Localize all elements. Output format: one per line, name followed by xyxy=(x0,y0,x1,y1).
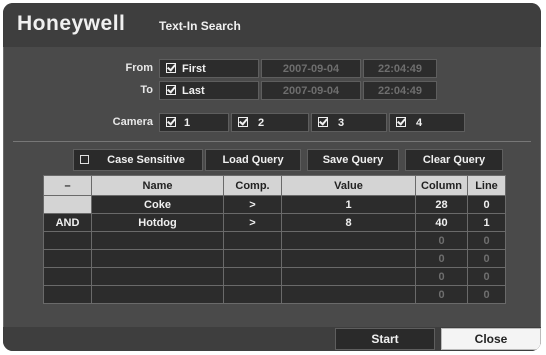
divider xyxy=(13,141,531,142)
cell-column[interactable]: 0 xyxy=(415,249,468,268)
cell-name[interactable] xyxy=(91,249,224,268)
load-query-button[interactable]: Load Query xyxy=(205,149,301,171)
cell-name[interactable] xyxy=(91,285,224,304)
table-row[interactable]: 0 0 xyxy=(43,285,506,304)
cell-line[interactable]: 1 xyxy=(467,213,506,232)
start-button[interactable]: Start xyxy=(335,328,435,350)
checkbox-icon xyxy=(318,117,328,127)
cell-comp[interactable]: > xyxy=(223,213,282,232)
cell-value[interactable] xyxy=(281,285,416,304)
camera-2-checkbox[interactable]: 2 xyxy=(231,113,309,132)
cell-line[interactable]: 0 xyxy=(467,195,506,214)
to-date-field[interactable]: 2007-09-04 xyxy=(261,81,361,100)
cell-name[interactable] xyxy=(91,231,224,250)
cell-column[interactable]: 0 xyxy=(415,285,468,304)
close-button[interactable]: Close xyxy=(441,328,541,350)
cell-line[interactable]: 0 xyxy=(467,231,506,250)
to-label: To xyxy=(140,84,153,96)
header-line: Line xyxy=(467,175,506,196)
checkbox-icon xyxy=(396,117,406,127)
brand-logo: Honeywell xyxy=(17,12,126,35)
save-query-button[interactable]: Save Query xyxy=(307,149,399,171)
title-bar: Honeywell Text-In Search xyxy=(3,3,541,47)
checkbox-icon xyxy=(166,117,176,127)
cell-comp[interactable] xyxy=(223,285,282,304)
checkbox-icon xyxy=(238,117,248,127)
cell-comp[interactable] xyxy=(223,249,282,268)
cell-line[interactable]: 0 xyxy=(467,285,506,304)
cell-column[interactable]: 40 xyxy=(415,213,468,232)
cell-name[interactable] xyxy=(91,267,224,286)
clear-query-button[interactable]: Clear Query xyxy=(405,149,503,171)
cell-value[interactable] xyxy=(281,249,416,268)
cell-value[interactable] xyxy=(281,231,416,250)
cell-value[interactable]: 8 xyxy=(281,213,416,232)
header-name: Name xyxy=(91,175,224,196)
text-in-search-dialog: Honeywell Text-In Search From First 2007… xyxy=(3,3,541,351)
cell-value[interactable] xyxy=(281,267,416,286)
cell-operator[interactable]: AND xyxy=(43,213,92,232)
from-first-checkbox[interactable]: First xyxy=(159,59,259,78)
checkbox-icon xyxy=(80,155,89,164)
from-time-field[interactable]: 22:04:49 xyxy=(363,59,437,78)
cell-name[interactable]: Hotdog xyxy=(91,213,224,232)
dialog-title: Text-In Search xyxy=(159,19,241,33)
camera-3-checkbox[interactable]: 3 xyxy=(311,113,387,132)
camera-4-checkbox[interactable]: 4 xyxy=(389,113,465,132)
cell-column[interactable]: 0 xyxy=(415,267,468,286)
cell-operator[interactable] xyxy=(43,285,92,304)
cell-operator[interactable] xyxy=(43,267,92,286)
checkbox-icon xyxy=(166,85,176,95)
header-operator: – xyxy=(43,175,92,196)
cell-line[interactable]: 0 xyxy=(467,267,506,286)
checkbox-icon xyxy=(166,63,176,73)
table-row[interactable]: 0 0 xyxy=(43,267,506,286)
cell-operator[interactable] xyxy=(43,231,92,250)
case-sensitive-toggle[interactable]: Case Sensitive xyxy=(73,149,203,171)
from-label: From xyxy=(125,62,154,74)
table-header-row: – Name Comp. Value Column Line xyxy=(43,175,506,196)
camera-label: Camera xyxy=(112,116,153,128)
table-row[interactable]: 0 0 xyxy=(43,249,506,268)
to-time-field[interactable]: 22:04:49 xyxy=(363,81,437,100)
table-row[interactable]: Coke > 1 28 0 xyxy=(43,195,506,214)
cell-column[interactable]: 0 xyxy=(415,231,468,250)
from-date-field[interactable]: 2007-09-04 xyxy=(261,59,361,78)
query-table: – Name Comp. Value Column Line Coke > 1 … xyxy=(43,175,506,304)
cell-value[interactable]: 1 xyxy=(281,195,416,214)
cell-comp[interactable]: > xyxy=(223,195,282,214)
header-value: Value xyxy=(281,175,416,196)
header-comp: Comp. xyxy=(223,175,282,196)
cell-comp[interactable] xyxy=(223,267,282,286)
cell-operator[interactable] xyxy=(43,249,92,268)
cell-comp[interactable] xyxy=(223,231,282,250)
cell-line[interactable]: 0 xyxy=(467,249,506,268)
to-last-checkbox[interactable]: Last xyxy=(159,81,259,100)
camera-1-checkbox[interactable]: 1 xyxy=(159,113,229,132)
table-row[interactable]: AND Hotdog > 8 40 1 xyxy=(43,213,506,232)
cell-name[interactable]: Coke xyxy=(91,195,224,214)
cell-operator[interactable] xyxy=(43,195,92,214)
table-row[interactable]: 0 0 xyxy=(43,231,506,250)
header-column: Column xyxy=(415,175,468,196)
cell-column[interactable]: 28 xyxy=(415,195,468,214)
